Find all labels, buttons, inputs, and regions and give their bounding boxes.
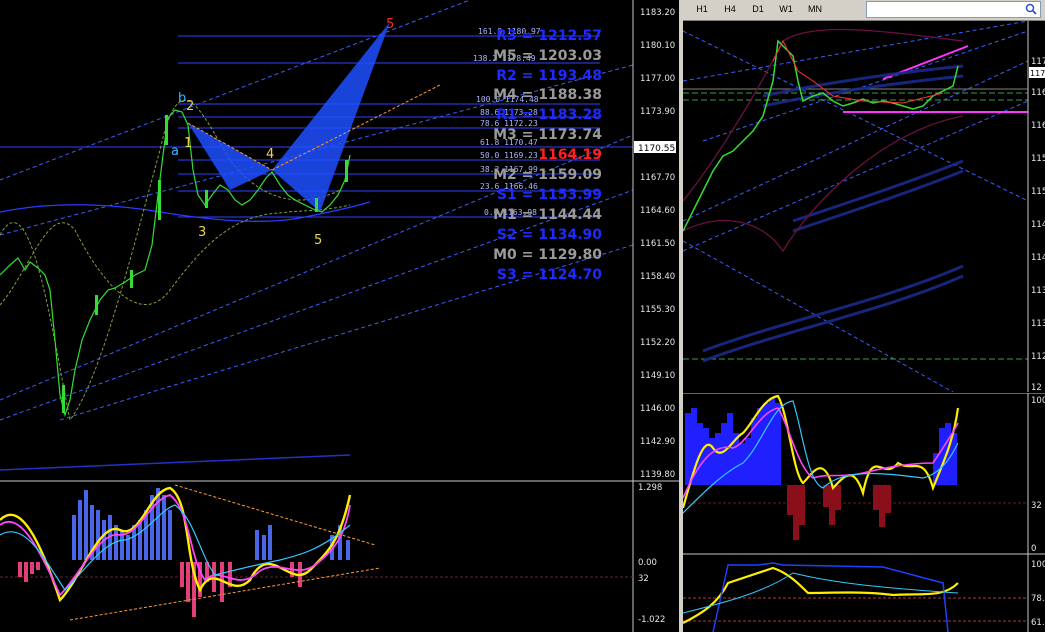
svg-text:1164.60: 1164.60	[640, 206, 675, 216]
svg-text:12: 12	[1031, 383, 1042, 392]
pivot-m4: M4 = 1188.38	[493, 87, 602, 103]
svg-text:1139.80: 1139.80	[640, 470, 675, 480]
svg-text:-1.022: -1.022	[638, 615, 665, 625]
timeframe-mn-button[interactable]: MN	[803, 2, 827, 17]
svg-text:1.298: 1.298	[638, 483, 662, 493]
timeframe-h1-button[interactable]: H1	[691, 2, 713, 17]
svg-text:32: 32	[638, 574, 649, 584]
svg-text:1152.20: 1152.20	[640, 338, 675, 348]
weekly-bottom-indicator-panel[interactable]: 100 78.6 61.8	[683, 553, 1045, 632]
timeframe-h4-button[interactable]: H4	[719, 2, 741, 17]
svg-text:114: 114	[1031, 253, 1045, 263]
search-icon[interactable]	[1025, 3, 1037, 15]
pivot-main: 1164.19	[538, 147, 602, 163]
svg-text:116: 116	[1031, 121, 1045, 131]
fib-label: 50.0 1169.23	[480, 151, 538, 160]
svg-text:1155.30: 1155.30	[640, 305, 675, 315]
wave-label-a: a	[171, 144, 179, 159]
pivot-r3: R3 = 1212.57	[496, 28, 602, 44]
svg-text:1161.50: 1161.50	[640, 239, 675, 249]
wave-label-2: 2	[186, 99, 194, 114]
svg-text:115: 115	[1031, 154, 1045, 164]
pivot-r1: R1 = 1183.28	[496, 107, 602, 123]
svg-text:1149.10: 1149.10	[640, 371, 675, 381]
weekly-current-price-label: 117	[1030, 69, 1045, 78]
pivot-m5: M5 = 1203.03	[493, 48, 602, 64]
wave-label-4: 4	[266, 147, 274, 162]
pivot-s2: S2 = 1134.90	[497, 227, 602, 243]
svg-text:112: 112	[1031, 352, 1045, 362]
svg-text:117: 117	[1031, 57, 1045, 67]
svg-text:116: 116	[1031, 88, 1045, 98]
pivot-m1: M1 = 1144.44	[493, 207, 602, 223]
timeframe-d1-button[interactable]: D1	[747, 2, 769, 17]
lower-oscillator-panel[interactable]: 1.298 0.00 32 -1.022	[0, 480, 680, 632]
svg-text:1177.00: 1177.00	[640, 74, 675, 84]
svg-text:1180.10: 1180.10	[640, 41, 675, 51]
timeframe-w1-button[interactable]: W1	[775, 2, 797, 17]
svg-text:61.8: 61.8	[1031, 618, 1045, 628]
svg-text:78.6: 78.6	[1031, 594, 1045, 604]
wave-label-3: 3	[198, 225, 206, 240]
svg-text:1183.20: 1183.20	[640, 8, 675, 18]
wave-label-5-top: 5	[386, 17, 394, 32]
svg-text:1173.90: 1173.90	[640, 107, 675, 117]
svg-text:1146.00: 1146.00	[640, 404, 675, 414]
pivot-m2: M2 = 1159.09	[493, 167, 602, 183]
pivot-r2: R2 = 1193.48	[496, 68, 602, 84]
svg-text:113: 113	[1031, 319, 1045, 329]
svg-text:0: 0	[1031, 544, 1036, 553]
svg-text:0.00: 0.00	[638, 558, 657, 568]
pivot-m3: M3 = 1173.74	[493, 127, 602, 143]
pivot-m0: M0 = 1129.80	[493, 247, 602, 263]
pivot-s3: S3 = 1124.70	[497, 267, 602, 283]
svg-text:1167.70: 1167.70	[640, 173, 675, 183]
svg-text:115: 115	[1031, 187, 1045, 197]
svg-text:1142.90: 1142.90	[640, 437, 675, 447]
svg-text:100: 100	[1031, 396, 1045, 406]
svg-text:1158.40: 1158.40	[640, 272, 675, 282]
svg-text:32: 32	[1031, 501, 1042, 511]
current-price-label: 1170.55	[638, 144, 675, 154]
main-price-chart[interactable]: b a 2 1 3 4 5 5 161.8 1180.97 138.2 1178…	[0, 0, 680, 480]
svg-text:114: 114	[1031, 220, 1045, 230]
search-input[interactable]	[866, 1, 1041, 18]
svg-text:100: 100	[1031, 560, 1045, 570]
wave-label-5: 5	[314, 233, 322, 248]
weekly-oscillator-panel[interactable]: 100 32 0	[683, 393, 1045, 553]
price-axis: 1183.20 1180.10 1177.00 1173.90 1167.70 …	[640, 8, 675, 480]
weekly-price-chart[interactable]: 117 116 116 115 115 114 114 113 113 112 …	[683, 21, 1045, 392]
svg-text:113: 113	[1031, 286, 1045, 296]
wave-label-1: 1	[184, 136, 192, 151]
pivot-s1: S1 = 1153.99	[497, 187, 602, 203]
